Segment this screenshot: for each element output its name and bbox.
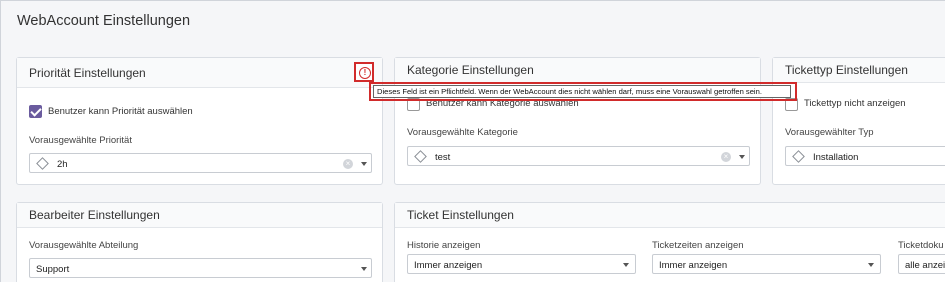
editor-header-title: Bearbeiter Einstellungen bbox=[29, 208, 160, 222]
chevron-down-icon[interactable] bbox=[868, 263, 874, 267]
chevron-down-icon[interactable] bbox=[739, 155, 745, 159]
priority-select-label: Vorausgewählte Priorität bbox=[29, 135, 132, 146]
editor-card: Bearbeiter Einstellungen Vorausgewählte … bbox=[16, 202, 383, 282]
docs-select[interactable]: alle anzei bbox=[898, 254, 945, 274]
priority-select[interactable]: 2h × bbox=[29, 153, 372, 173]
history-select[interactable]: Immer anzeigen bbox=[407, 254, 636, 274]
priority-checkbox[interactable] bbox=[29, 105, 42, 118]
docs-label: Ticketdoku bbox=[898, 240, 944, 251]
editor-select-label: Vorausgewählte Abteilung bbox=[29, 240, 139, 251]
times-select[interactable]: Immer anzeigen bbox=[652, 254, 881, 274]
category-card: Kategorie Einstellungen Benutzer kann Ka… bbox=[394, 57, 761, 185]
category-select-label: Vorausgewählte Kategorie bbox=[407, 127, 518, 138]
tickettype-checkbox-label: Tickettyp nicht anzeigen bbox=[804, 98, 906, 109]
history-label: Historie anzeigen bbox=[407, 240, 481, 251]
priority-checkbox-label: Benutzer kann Priorität auswählen bbox=[48, 106, 193, 117]
ticket-card: Ticket Einstellungen Historie anzeigen I… bbox=[394, 202, 945, 282]
clear-icon[interactable]: × bbox=[721, 152, 731, 162]
category-header-title: Kategorie Einstellungen bbox=[407, 63, 534, 77]
category-select-value: test bbox=[435, 152, 451, 163]
required-field-tooltip: Dieses Feld ist ein Pflichtfeld. Wenn de… bbox=[373, 85, 791, 98]
editor-select[interactable]: Support bbox=[29, 258, 372, 278]
tickettype-card-header: Tickettyp Einstellungen bbox=[773, 58, 945, 83]
editor-select-value: Support bbox=[36, 264, 70, 275]
ticket-header-title: Ticket Einstellungen bbox=[407, 208, 514, 222]
editor-card-header: Bearbeiter Einstellungen bbox=[17, 203, 382, 228]
priority-select-value: 2h bbox=[57, 159, 68, 170]
priority-card-header: Priorität Einstellungen bbox=[17, 58, 382, 88]
docs-select-value: alle anzei bbox=[905, 260, 945, 271]
priority-card: Priorität Einstellungen Benutzer kann Pr… bbox=[16, 57, 383, 185]
diamond-icon bbox=[36, 157, 49, 170]
warning-icon[interactable]: ! bbox=[359, 67, 371, 79]
required-warning-highlight: ! bbox=[354, 62, 374, 82]
chevron-down-icon[interactable] bbox=[623, 263, 629, 267]
history-select-value: Immer anzeigen bbox=[414, 260, 483, 271]
page-title: WebAccount Einstellungen bbox=[17, 13, 191, 29]
category-select[interactable]: test × bbox=[407, 146, 750, 166]
diamond-icon bbox=[414, 150, 427, 163]
chevron-down-icon[interactable] bbox=[361, 267, 367, 271]
category-card-header: Kategorie Einstellungen bbox=[395, 58, 760, 83]
times-label: Ticketzeiten anzeigen bbox=[652, 240, 744, 251]
tickettype-select-label: Vorausgewählter Typ bbox=[785, 127, 874, 138]
chevron-down-icon[interactable] bbox=[361, 162, 367, 166]
tickettype-select-value: Installation bbox=[813, 152, 859, 163]
clear-icon[interactable]: × bbox=[343, 159, 353, 169]
times-select-value: Immer anzeigen bbox=[659, 260, 728, 271]
tickettype-header-title: Tickettyp Einstellungen bbox=[785, 63, 908, 77]
tickettype-card: Tickettyp Einstellungen Tickettyp nicht … bbox=[772, 57, 945, 185]
tickettype-select[interactable]: Installation bbox=[785, 146, 945, 166]
diamond-icon bbox=[792, 150, 805, 163]
ticket-card-header: Ticket Einstellungen bbox=[395, 203, 945, 228]
priority-header-title: Priorität Einstellungen bbox=[29, 66, 146, 80]
